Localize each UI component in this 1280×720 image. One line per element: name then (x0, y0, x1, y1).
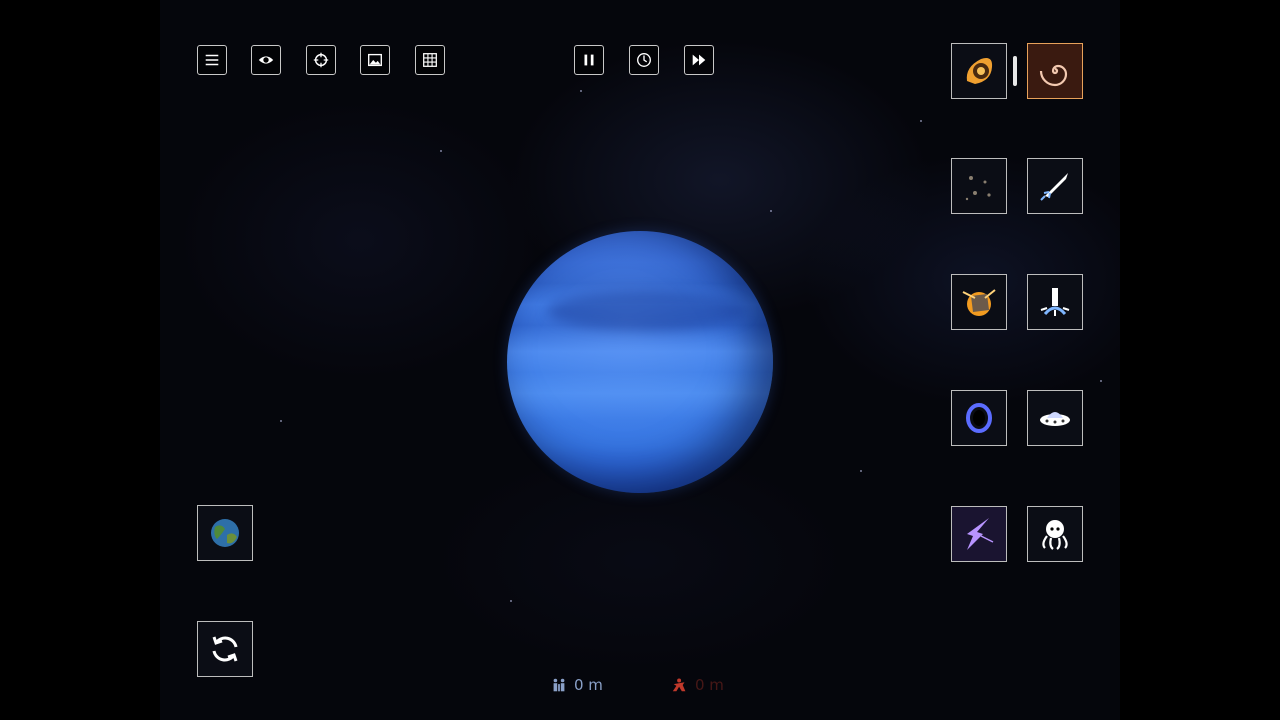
time-button[interactable] (629, 45, 659, 75)
particles-icon (965, 176, 991, 201)
tool-ufo[interactable] (1027, 390, 1083, 446)
casualty-value: 0 m (695, 676, 724, 694)
black-hole-icon (966, 403, 992, 433)
image-icon (368, 53, 382, 67)
tool-separator (1013, 56, 1017, 86)
missile-icon (1040, 173, 1068, 201)
lightning-icon (967, 518, 994, 550)
earth-icon (211, 519, 239, 547)
population-value: 0 m (574, 676, 603, 694)
ufo-icon (1040, 412, 1070, 426)
tool-black-hole[interactable] (951, 390, 1007, 446)
casualty-stat: 0 m (671, 676, 724, 694)
tool-freeze-beam[interactable] (1027, 274, 1083, 330)
menu-button[interactable] (197, 45, 227, 75)
neptune-planet[interactable] (507, 231, 773, 493)
planet-select-button[interactable] (197, 505, 253, 561)
impact-icon (962, 289, 996, 316)
tool-asteroid[interactable] (951, 43, 1007, 99)
visibility-button[interactable] (251, 45, 281, 75)
tool-impact[interactable] (951, 274, 1007, 330)
reset-button[interactable] (197, 621, 253, 677)
spiral-galaxy-icon (1039, 64, 1068, 87)
clock-icon (637, 53, 651, 67)
pause-icon (584, 54, 594, 66)
crosshair-icon (313, 52, 329, 68)
casualty-icon (672, 678, 686, 692)
population-stat: 0 m (550, 676, 603, 694)
tool-missile[interactable] (1027, 158, 1083, 214)
refresh-icon (212, 636, 238, 662)
grid-icon (423, 53, 437, 67)
fast-forward-icon (692, 54, 706, 66)
tool-lightning[interactable] (951, 506, 1007, 562)
tool-alien-octopus[interactable] (1027, 506, 1083, 562)
tool-small-asteroids[interactable] (951, 158, 1007, 214)
octopus-icon (1042, 520, 1068, 550)
fast-forward-button[interactable] (684, 45, 714, 75)
screenshot-button[interactable] (360, 45, 390, 75)
grid-button[interactable] (415, 45, 445, 75)
menu-icon (205, 54, 219, 66)
people-icon (553, 678, 565, 692)
meteor-icon (966, 58, 993, 84)
target-button[interactable] (306, 45, 336, 75)
eye-icon (258, 56, 274, 64)
game-viewport[interactable]: 0 m 0 m (0, 0, 1280, 720)
pause-button[interactable] (574, 45, 604, 75)
freeze-ray-icon (1040, 288, 1070, 316)
tool-galaxy-swirl[interactable] (1027, 43, 1083, 99)
